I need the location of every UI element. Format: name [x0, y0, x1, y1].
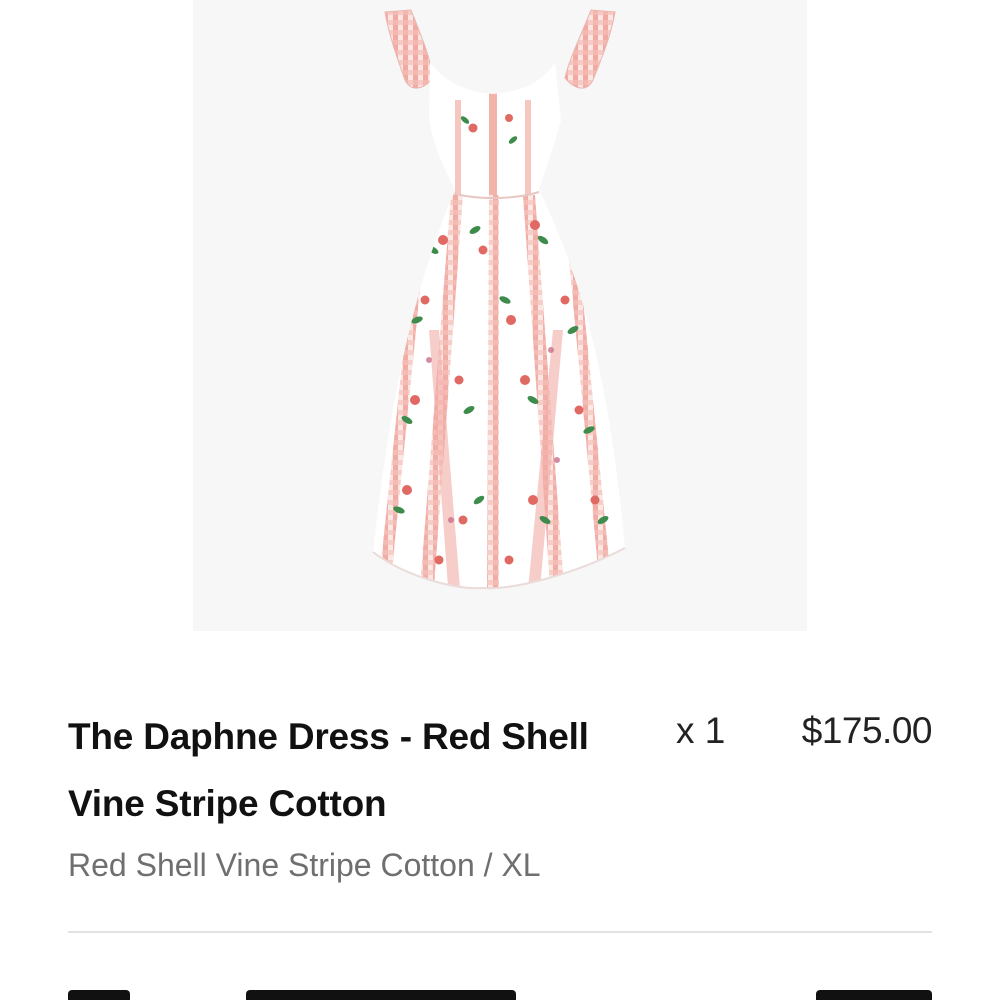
divider — [68, 931, 932, 933]
product-title[interactable]: The Daphne Dress - Red Shell Vine Stripe… — [68, 703, 628, 837]
product-quantity: x 1 — [676, 710, 726, 751]
partial-text-3 — [816, 990, 932, 1000]
dress-illustration — [372, 9, 626, 590]
partial-text-2 — [246, 990, 516, 1000]
product-image — [193, 0, 807, 631]
product-price: $175.00 — [801, 710, 933, 751]
product-variant: Red Shell Vine Stripe Cotton / XL — [68, 847, 541, 883]
partial-text-1 — [68, 990, 130, 1000]
next-row-partial — [68, 982, 932, 1000]
